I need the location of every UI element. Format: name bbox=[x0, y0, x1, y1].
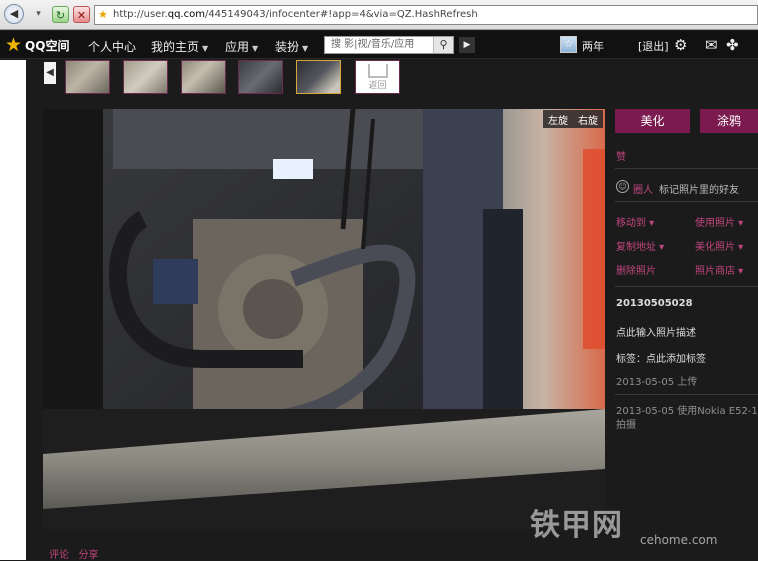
qzone-top-nav: ★ QQ空间 个人中心 我的主页 ▼ 应用 ▼ 装扮 ▼ 搜 影|视/音乐/应用 ⚲ … bbox=[0, 31, 758, 59]
copy-address-menu[interactable]: 复制地址 ▾ bbox=[616, 238, 664, 253]
username[interactable]: 两年 bbox=[582, 38, 604, 54]
beautify-photo-menu[interactable]: 美化照片 ▾ bbox=[695, 238, 743, 253]
back-button[interactable]: ◀ bbox=[4, 4, 24, 24]
thumbnail[interactable] bbox=[181, 60, 226, 94]
return-button[interactable]: 返回 bbox=[355, 60, 400, 94]
bottom-actions: 评论 分享 bbox=[49, 546, 99, 561]
return-label: 返回 bbox=[368, 81, 387, 91]
menu-label: 移动到 bbox=[616, 218, 646, 229]
browser-toolbar: ◀ ▾ ↻ ✕ ★ http://user.qq.com/445149043/i… bbox=[0, 0, 758, 30]
share-link[interactable]: 分享 bbox=[79, 550, 99, 561]
photo-description[interactable]: 点此输入照片描述 bbox=[616, 324, 696, 339]
divider bbox=[615, 201, 758, 202]
person-icon: ☺ bbox=[616, 180, 629, 193]
favicon-star-icon: ★ bbox=[98, 8, 108, 21]
qzone-logo[interactable]: ★ QQ空间 bbox=[5, 34, 69, 56]
nav-apps[interactable]: 应用 ▼ bbox=[225, 38, 258, 55]
history-dropdown-icon[interactable]: ▾ bbox=[30, 6, 47, 23]
circle-hint: 标记照片里的好友 bbox=[659, 185, 739, 196]
chevron-down-icon: ▼ bbox=[302, 44, 309, 53]
menu-label: 使用照片 bbox=[695, 218, 735, 229]
menu-label: 照片商店 bbox=[695, 266, 735, 277]
move-to-menu[interactable]: 移动到 ▾ bbox=[616, 214, 654, 229]
main-photo[interactable] bbox=[43, 109, 605, 530]
thumbnail-selected[interactable] bbox=[296, 60, 341, 94]
left-margin bbox=[0, 60, 26, 560]
photo-title[interactable]: 20130505028 bbox=[616, 298, 693, 309]
logo-text: QQ空间 bbox=[25, 38, 70, 53]
chevron-down-icon: ▼ bbox=[252, 44, 259, 53]
nav-label: 应用 bbox=[225, 40, 250, 54]
photo-shop-menu[interactable]: 照片商店 ▾ bbox=[695, 262, 743, 277]
thumbnail[interactable] bbox=[65, 60, 110, 94]
rotate-right-button[interactable]: 右旋 bbox=[578, 112, 598, 127]
rotate-toolbar: 左旋 右旋 bbox=[543, 110, 603, 128]
nav-label: 个人中心 bbox=[88, 40, 137, 54]
like-link[interactable]: 赞 bbox=[616, 148, 626, 163]
stop-icon[interactable]: ✕ bbox=[73, 6, 90, 23]
use-photo-menu[interactable]: 使用照片 ▾ bbox=[695, 214, 743, 229]
doodle-button[interactable]: 涂鸦 bbox=[700, 109, 758, 133]
watermark-logo: 铁甲网 bbox=[530, 508, 623, 543]
thumbnail-strip: ◀ 返回 bbox=[26, 60, 616, 105]
thumbnail[interactable] bbox=[123, 60, 168, 94]
nav-personal-center[interactable]: 个人中心 bbox=[88, 38, 136, 55]
upload-date: 2013-05-05 上传 bbox=[616, 377, 698, 388]
photo-tags[interactable]: 标签：点此添加标签 bbox=[616, 350, 706, 365]
shot-info: 2013-05-05 使用Nokia E52-1拍摄 bbox=[616, 406, 758, 431]
beautify-button[interactable]: 美化 bbox=[615, 109, 690, 133]
gear-icon[interactable]: ⚙ bbox=[674, 36, 687, 54]
watermark-domain: cehome.com bbox=[640, 533, 718, 547]
mail-icon[interactable]: ✉ bbox=[705, 36, 718, 54]
nav-label: 装扮 bbox=[275, 40, 300, 54]
avatar[interactable]: ☆ bbox=[560, 36, 577, 53]
chevron-down-icon: ▼ bbox=[202, 44, 209, 53]
refresh-icon[interactable]: ↻ bbox=[52, 6, 69, 23]
circle-person-link[interactable]: 圈人 bbox=[633, 181, 653, 196]
divider bbox=[615, 286, 758, 287]
expand-arrow-icon[interactable]: ▶ bbox=[459, 37, 475, 53]
thumbnail-prev-button[interactable]: ◀ bbox=[44, 62, 56, 84]
url-prefix: http://user. bbox=[113, 9, 168, 20]
search-input[interactable]: 搜 影|视/音乐/应用 ⚲ bbox=[324, 36, 454, 54]
search-placeholder: 搜 影|视/音乐/应用 bbox=[331, 39, 415, 50]
rotate-left-button[interactable]: 左旋 bbox=[548, 112, 568, 127]
return-icon bbox=[367, 64, 388, 78]
divider bbox=[615, 394, 758, 395]
search-icon[interactable]: ⚲ bbox=[433, 37, 453, 53]
nav-my-homepage[interactable]: 我的主页 ▼ bbox=[151, 38, 208, 55]
clover-icon[interactable]: ✤ bbox=[726, 36, 739, 54]
comment-link[interactable]: 评论 bbox=[49, 550, 69, 561]
photo-info-panel: 美化 涂鸦 赞 ☺ 圈人 标记照片里的好友 移动到 ▾ 使用照片 ▾ 复制地址 … bbox=[605, 104, 758, 560]
url-suffix: /445149043/infocenter#!app=4&via=QZ.Hash… bbox=[204, 9, 478, 20]
qzone-star-icon: ★ bbox=[5, 34, 23, 56]
divider bbox=[615, 168, 758, 169]
engine-bay-photo bbox=[43, 109, 605, 530]
menu-label: 复制地址 bbox=[616, 242, 656, 253]
url-host: qq.com bbox=[167, 9, 205, 20]
menu-label: 美化照片 bbox=[695, 242, 735, 253]
nav-dress-up[interactable]: 装扮 ▼ bbox=[275, 38, 308, 55]
address-bar[interactable]: ★ http://user.qq.com/445149043/infocente… bbox=[94, 5, 758, 25]
logout-link[interactable]: [退出] bbox=[638, 38, 669, 54]
thumbnail[interactable] bbox=[238, 60, 283, 94]
delete-photo-link[interactable]: 删除照片 bbox=[616, 262, 656, 277]
nav-label: 我的主页 bbox=[151, 40, 200, 54]
